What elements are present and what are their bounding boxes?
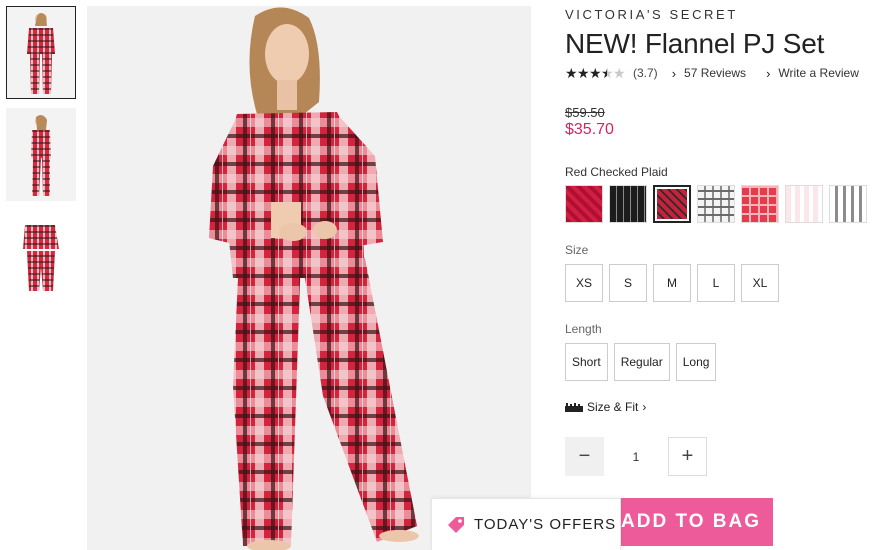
color-swatch-red-solid-plaid[interactable] (565, 185, 603, 223)
star-empty-icon: ★ (613, 65, 626, 81)
quantity-stepper: − 1 + (565, 437, 707, 476)
color-swatch-pink-stripe[interactable] (785, 185, 823, 223)
size-and-fit-label: Size & Fit (587, 400, 639, 414)
product-title: NEW! Flannel PJ Set (565, 28, 825, 59)
quantity-decrease-button[interactable]: − (565, 437, 604, 476)
swatch-fill (830, 186, 866, 222)
chevron-right-icon: › (766, 65, 771, 81)
star-icon: ★ (577, 65, 590, 81)
price-tag-icon (448, 516, 464, 533)
size-and-fit-link[interactable]: Size & Fit › (565, 400, 646, 414)
color-swatch-white-check[interactable] (697, 185, 735, 223)
color-swatch-black-stripe[interactable] (609, 185, 647, 223)
reviews-link[interactable]: 57 Reviews (684, 66, 746, 80)
flat-lay-thumbnail-image (23, 224, 59, 291)
todays-offers-label: TODAY'S OFFERS (474, 516, 617, 533)
thumbnail-flat-lay[interactable] (6, 210, 76, 303)
model-thumbnail-image (27, 12, 55, 94)
swatch-fill (786, 186, 822, 222)
swatch-fill (566, 186, 602, 222)
color-swatch-red-tartan[interactable] (741, 185, 779, 223)
size-label: Size (565, 243, 589, 257)
original-price: $59.50 (565, 105, 605, 120)
size-option-s[interactable]: S (609, 264, 647, 302)
write-review-link[interactable]: Write a Review (778, 66, 858, 80)
length-option-short[interactable]: Short (565, 343, 608, 381)
color-swatch-red-checked-plaid[interactable] (653, 185, 691, 223)
thumbnail-front-view[interactable] (6, 6, 76, 99)
todays-offers-button[interactable]: TODAY'S OFFERS (431, 498, 621, 550)
swatch-fill (742, 186, 778, 222)
quantity-value[interactable]: 1 (604, 450, 668, 464)
star-half-icon: ★ (601, 65, 614, 81)
size-option-xs[interactable]: XS (565, 264, 603, 302)
size-option-list: XS S M L XL (565, 264, 779, 302)
swatch-fill (698, 186, 734, 222)
length-option-long[interactable]: Long (675, 343, 717, 381)
ruler-icon (565, 402, 583, 412)
model-side-thumbnail-image (31, 114, 51, 196)
main-product-image[interactable] (87, 6, 531, 550)
rating-value: (3.7) (633, 66, 658, 80)
size-option-xl[interactable]: XL (741, 264, 779, 302)
selected-color-label: Red Checked Plaid (565, 165, 668, 179)
swatch-fill (657, 189, 687, 219)
size-option-l[interactable]: L (697, 264, 735, 302)
swatch-fill (610, 186, 646, 222)
star-rating: ★ ★ ★ ★ ★ (565, 65, 626, 81)
color-swatch-grey-stripe[interactable] (829, 185, 867, 223)
size-option-m[interactable]: M (653, 264, 691, 302)
star-icon: ★ (589, 65, 602, 81)
star-icon: ★ (565, 65, 578, 81)
brand-name: VICTORIA'S SECRET (565, 7, 738, 22)
length-option-regular[interactable]: Regular (613, 343, 670, 381)
rating-row: ★ ★ ★ ★ ★ (3.7) › 57 Reviews › Write a R… (565, 64, 886, 82)
color-swatch-list (565, 185, 867, 223)
model-in-pajamas-image (87, 6, 531, 550)
thumbnail-side-view[interactable] (6, 108, 76, 201)
length-label: Length (565, 322, 602, 336)
quantity-increase-button[interactable]: + (668, 437, 707, 476)
thumbnail-list (6, 6, 76, 312)
sale-price: $35.70 (565, 121, 614, 138)
chevron-right-icon: › (671, 65, 677, 81)
length-option-list: Short Regular Long (565, 343, 717, 381)
chevron-right-icon: › (642, 400, 647, 414)
